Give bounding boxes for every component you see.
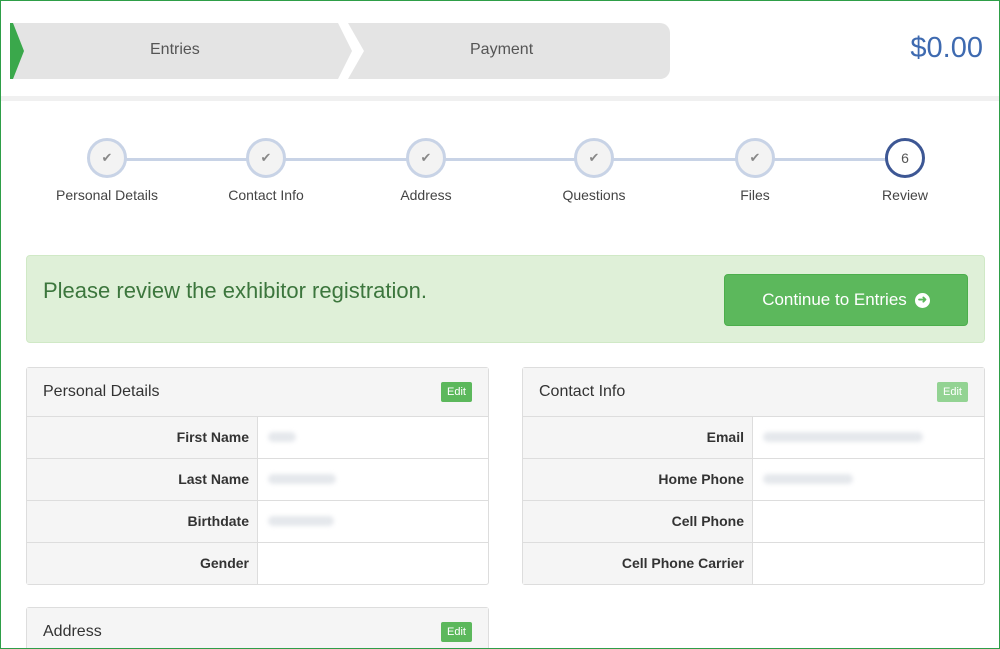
field-label-cell-phone-carrier: Cell Phone Carrier (523, 543, 753, 584)
field-label-first-name: First Name (27, 417, 258, 458)
continue-button-label: Continue to Entries (762, 290, 907, 309)
progress-step-files[interactable]: ✔ Files (685, 138, 825, 203)
tab-entries[interactable]: Entries (150, 41, 200, 59)
panel-heading: Contact Info Edit (523, 368, 984, 417)
field-label-last-name: Last Name (27, 459, 258, 500)
field-label-home-phone: Home Phone (523, 459, 753, 500)
order-total: $0.00 (910, 32, 983, 64)
review-alert: Please review the exhibitor registration… (26, 255, 985, 343)
step-indicator-arrow (10, 23, 24, 79)
field-value-home-phone (753, 459, 984, 500)
field-label-birthdate: Birthdate (27, 501, 258, 542)
table-row: Birthdate (27, 500, 488, 542)
personal-details-panel: Personal Details Edit First Name Last Na… (26, 367, 489, 585)
step-label: Review (882, 187, 928, 203)
step-number: 6 (885, 138, 925, 178)
panel-title: Address (43, 623, 102, 640)
table-row: Last Name (27, 458, 488, 500)
check-icon: ✔ (246, 138, 286, 178)
check-icon: ✔ (735, 138, 775, 178)
field-value-cell-phone (753, 501, 984, 542)
edit-address-button[interactable]: Edit (441, 622, 472, 642)
page-frame: Entries Payment $0.00 ✔ Personal Details… (0, 0, 1000, 649)
progress-step-contact-info[interactable]: ✔ Contact Info (196, 138, 336, 203)
panel-heading: Address Edit (27, 608, 488, 648)
step-label: Address (400, 187, 452, 203)
details-table: First Name Last Name Birthdate Gender (27, 417, 488, 584)
address-panel: Address Edit (26, 607, 489, 648)
table-row: Gender (27, 542, 488, 584)
edit-personal-details-button[interactable]: Edit (441, 382, 472, 402)
field-label-gender: Gender (27, 543, 258, 584)
progress-step-review[interactable]: 6 Review (835, 138, 975, 203)
field-label-cell-phone: Cell Phone (523, 501, 753, 542)
step-label: Personal Details (56, 187, 158, 203)
registration-progress: ✔ Personal Details ✔ Contact Info ✔ Addr… (1, 131, 999, 211)
table-row: First Name (27, 417, 488, 458)
table-row: Cell Phone (523, 500, 984, 542)
step-label: Files (740, 187, 770, 203)
check-icon: ✔ (574, 138, 614, 178)
continue-to-entries-button[interactable]: Continue to Entries ➜ (724, 274, 968, 326)
table-row: Home Phone (523, 458, 984, 500)
check-icon: ✔ (406, 138, 446, 178)
field-value-gender (258, 543, 488, 584)
field-value-last-name (258, 459, 488, 500)
progress-step-address[interactable]: ✔ Address (356, 138, 496, 203)
table-row: Email (523, 417, 984, 458)
details-table: Email Home Phone Cell Phone Cell Phone C… (523, 417, 984, 584)
edit-contact-info-button[interactable]: Edit (937, 382, 968, 402)
step-label: Questions (562, 187, 626, 203)
progress-step-personal-details[interactable]: ✔ Personal Details (37, 138, 177, 203)
contact-info-panel: Contact Info Edit Email Home Phone Cell … (522, 367, 985, 585)
field-value-first-name (258, 417, 488, 458)
field-value-cell-phone-carrier (753, 543, 984, 584)
review-message: Please review the exhibitor registration… (43, 278, 427, 303)
checkout-header: Entries Payment $0.00 (1, 1, 999, 96)
step-label: Contact Info (228, 187, 304, 203)
check-icon: ✔ (87, 138, 127, 178)
arrow-circle-right-icon: ➜ (914, 292, 930, 308)
progress-step-questions[interactable]: ✔ Questions (524, 138, 664, 203)
panel-heading: Personal Details Edit (27, 368, 488, 417)
field-value-birthdate (258, 501, 488, 542)
field-value-email (753, 417, 984, 458)
tab-payment[interactable]: Payment (470, 41, 533, 59)
tab-separator-chevron (338, 23, 364, 79)
panel-title: Personal Details (43, 383, 160, 400)
table-row: Cell Phone Carrier (523, 542, 984, 584)
checkout-steps: Entries Payment (10, 23, 670, 79)
header-divider (1, 96, 999, 101)
field-label-email: Email (523, 417, 753, 458)
panel-title: Contact Info (539, 383, 626, 400)
